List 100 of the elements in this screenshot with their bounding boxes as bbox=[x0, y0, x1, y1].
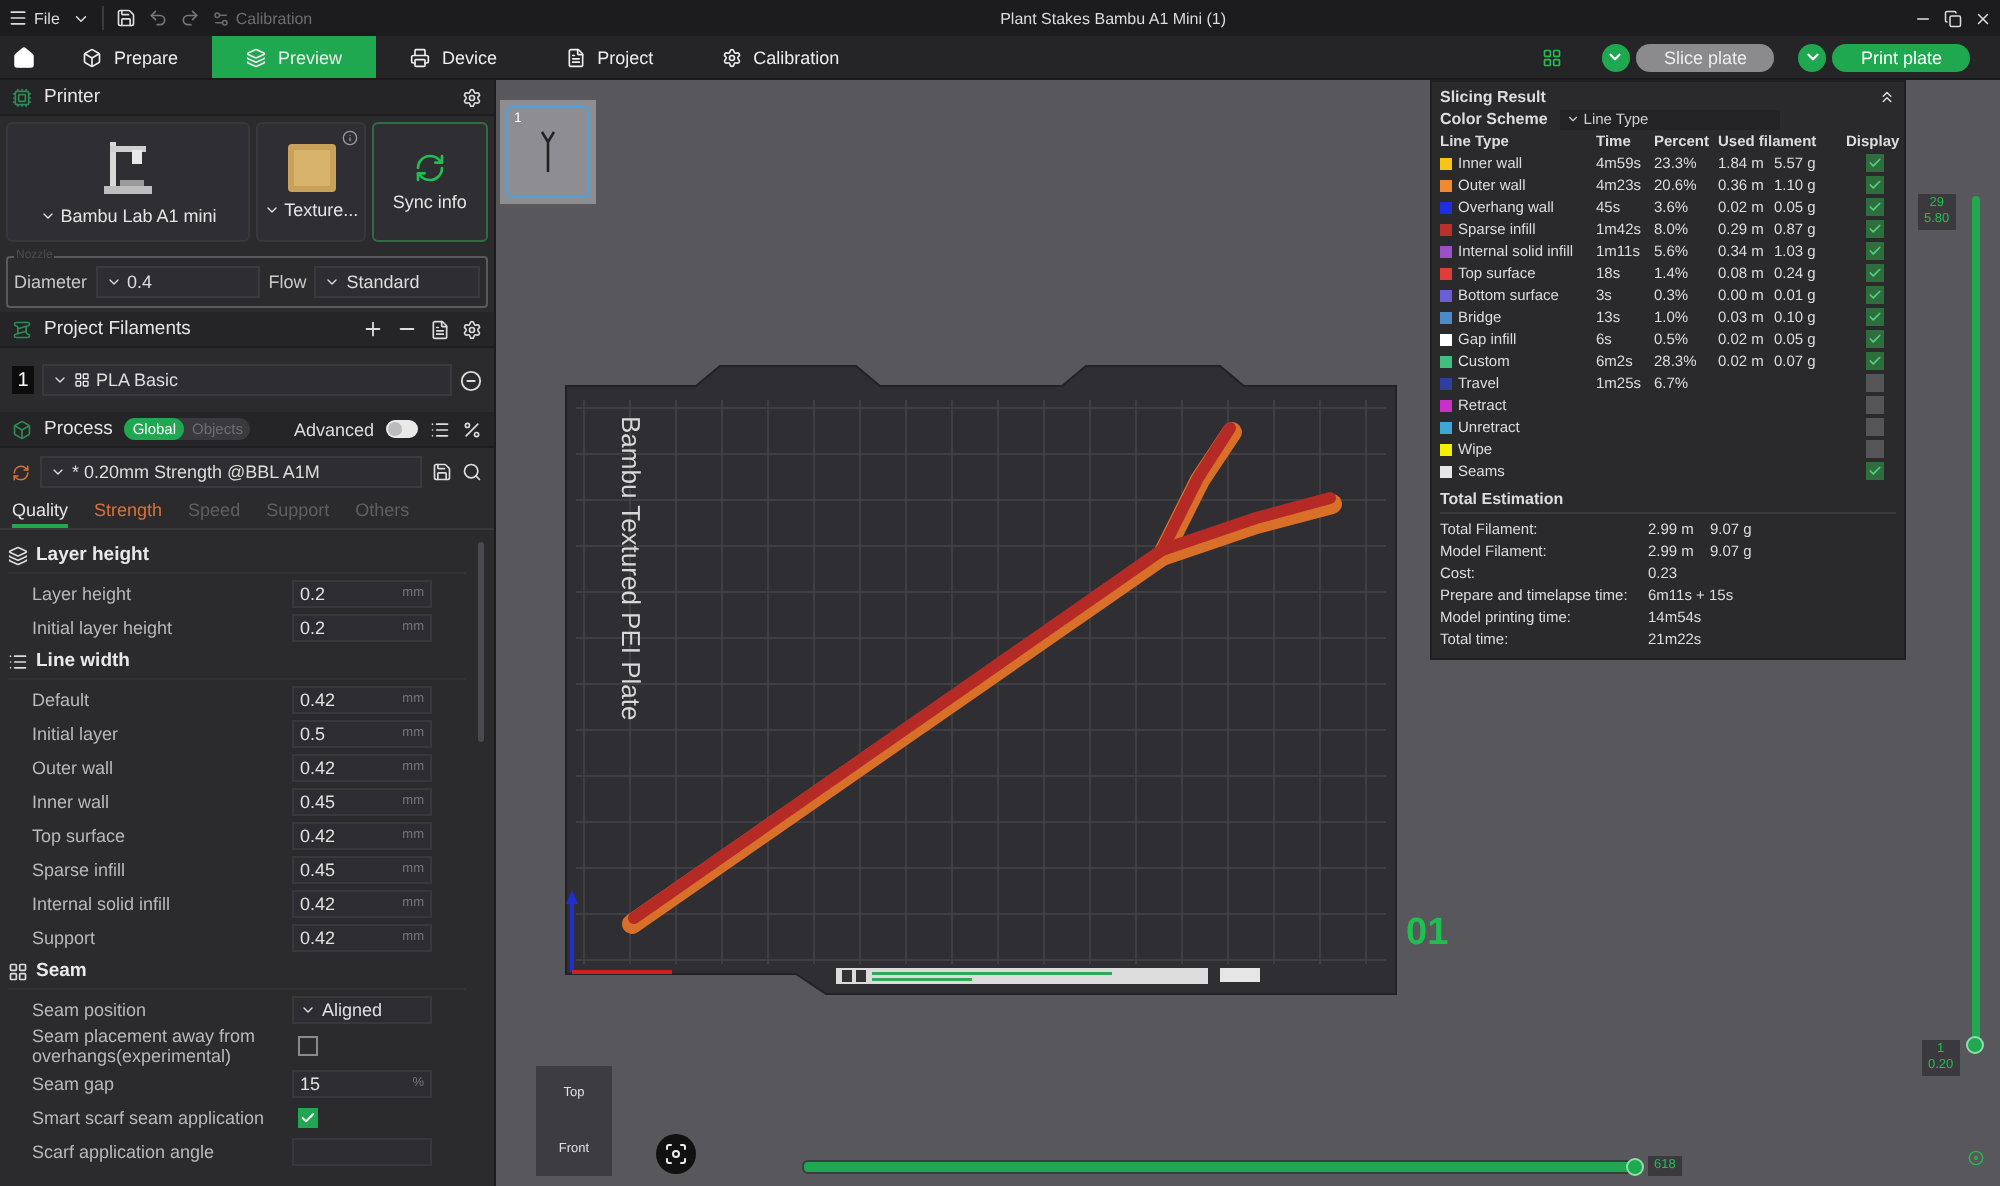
reset-icon[interactable] bbox=[12, 463, 30, 481]
display-checkbox[interactable] bbox=[1866, 242, 1884, 260]
nav-tab[interactable]: Device bbox=[376, 36, 532, 78]
plate-card[interactable]: Texture... bbox=[256, 122, 366, 242]
axis-drawing bbox=[566, 890, 672, 974]
chevron-down-icon bbox=[264, 202, 281, 218]
section-title: Total Estimation bbox=[1440, 482, 1896, 514]
checkbox[interactable] bbox=[298, 1107, 318, 1127]
cube-icon bbox=[12, 419, 32, 439]
display-checkbox[interactable] bbox=[1866, 264, 1884, 282]
setting-label: Default bbox=[32, 689, 92, 709]
redo-icon[interactable] bbox=[179, 8, 200, 28]
display-checkbox[interactable] bbox=[1866, 352, 1884, 370]
sync-info-button[interactable]: Sync info bbox=[371, 122, 488, 242]
panel-title: Slicing Result bbox=[1440, 86, 1546, 108]
dropdown-button[interactable] bbox=[1601, 43, 1630, 71]
diameter-select[interactable]: 0.4 bbox=[95, 266, 261, 298]
grid-icon[interactable] bbox=[1541, 47, 1562, 67]
display-checkbox[interactable] bbox=[1866, 418, 1884, 436]
collapse-icon[interactable] bbox=[1878, 88, 1896, 106]
group-title: Seam bbox=[36, 960, 87, 982]
color-scheme-label: Color Scheme bbox=[1440, 108, 1548, 130]
advanced-toggle[interactable] bbox=[386, 420, 418, 438]
display-checkbox[interactable] bbox=[1866, 330, 1884, 348]
layers-icon bbox=[246, 47, 267, 67]
display-checkbox[interactable] bbox=[1866, 308, 1884, 326]
group-icon bbox=[8, 651, 28, 671]
flow-select[interactable]: Standard bbox=[314, 266, 480, 298]
add-icon[interactable] bbox=[362, 318, 384, 340]
undo-icon[interactable] bbox=[147, 8, 168, 28]
filament-select[interactable]: PLA Basic bbox=[42, 364, 452, 396]
save-icon[interactable] bbox=[115, 8, 136, 28]
checkbox[interactable] bbox=[298, 1036, 318, 1056]
setting-label: Outer wall bbox=[32, 757, 116, 777]
preset-select[interactable]: * 0.20mm Strength @BBL A1M bbox=[40, 456, 422, 488]
chevron-down-icon bbox=[1803, 48, 1822, 66]
display-checkbox[interactable] bbox=[1866, 396, 1884, 414]
display-checkbox[interactable] bbox=[1866, 154, 1884, 172]
section-title: Project Filaments bbox=[44, 318, 191, 340]
close-icon[interactable] bbox=[1974, 9, 1992, 27]
window-title: Plant Stakes Bambu A1 Mini (1) bbox=[1000, 9, 1227, 27]
menu-icon bbox=[8, 8, 28, 28]
display-checkbox[interactable] bbox=[1866, 462, 1884, 480]
section-title: Printer bbox=[44, 86, 100, 108]
cube-icon bbox=[82, 47, 102, 67]
chevron-down-icon bbox=[50, 464, 66, 480]
printer-name: Bambu Lab A1 mini bbox=[40, 206, 217, 226]
focus-icon bbox=[664, 1142, 688, 1166]
sync-icon bbox=[413, 152, 446, 184]
slider-handle[interactable] bbox=[1626, 1158, 1644, 1176]
nav-tab[interactable]: Calibration bbox=[687, 36, 874, 78]
setting-label: Initial layer height bbox=[32, 617, 175, 637]
settings-tab[interactable]: Quality bbox=[12, 500, 69, 528]
plate-label: Bambu Textured PEI Plate bbox=[616, 416, 646, 721]
plate-name: Texture... bbox=[264, 200, 359, 220]
percent-icon[interactable] bbox=[462, 419, 482, 439]
file-menu[interactable]: File bbox=[8, 8, 60, 28]
display-checkbox[interactable] bbox=[1866, 176, 1884, 194]
display-checkbox[interactable] bbox=[1866, 198, 1884, 216]
printer-drawing bbox=[102, 138, 155, 198]
chevron-down-icon bbox=[1606, 48, 1625, 66]
display-checkbox[interactable] bbox=[1866, 220, 1884, 238]
stake-icon bbox=[540, 130, 556, 174]
info-icon bbox=[341, 130, 358, 146]
save-icon[interactable] bbox=[432, 462, 452, 482]
display-checkbox[interactable] bbox=[1866, 374, 1884, 392]
setting-label: Seam gap bbox=[32, 1073, 117, 1093]
settings-icon[interactable] bbox=[462, 319, 482, 339]
list-icon[interactable] bbox=[430, 419, 450, 439]
display-checkbox[interactable] bbox=[1866, 440, 1884, 458]
settings-icon[interactable] bbox=[462, 87, 482, 107]
recenter-button[interactable] bbox=[656, 1134, 696, 1174]
section-title: Process bbox=[44, 418, 113, 440]
scrollbar[interactable] bbox=[478, 542, 484, 742]
setting-label: Internal solid infill bbox=[32, 893, 173, 913]
setting-label: Sparse infill bbox=[32, 859, 128, 879]
group-title: Line width bbox=[36, 650, 130, 672]
printer-card[interactable]: Bambu Lab A1 mini bbox=[6, 122, 251, 242]
group-icon bbox=[8, 961, 28, 981]
chevron-down-icon bbox=[105, 274, 122, 290]
plate-swatch-icon bbox=[287, 144, 336, 192]
restore-icon[interactable] bbox=[1944, 9, 1962, 27]
home-icon bbox=[12, 45, 36, 69]
select-field[interactable]: Aligned bbox=[292, 995, 432, 1023]
nav-tab[interactable]: Project bbox=[531, 36, 688, 78]
spool-icon bbox=[12, 319, 32, 339]
remove-icon[interactable] bbox=[460, 369, 482, 391]
setting-label: Scarf application angle bbox=[32, 1141, 217, 1161]
dropdown-button[interactable] bbox=[1798, 43, 1827, 71]
display-checkbox[interactable] bbox=[1866, 286, 1884, 304]
chevron-down-icon bbox=[40, 208, 57, 224]
field-label: Flow bbox=[268, 272, 307, 292]
settings-tab[interactable]: Strength bbox=[94, 500, 163, 528]
slider-handle[interactable] bbox=[1966, 1036, 1984, 1054]
setting-label: Initial layer bbox=[32, 723, 121, 743]
nav-tab[interactable]: Prepare bbox=[48, 36, 213, 78]
search-icon[interactable] bbox=[462, 462, 482, 482]
document-icon[interactable] bbox=[430, 319, 450, 339]
filament-number: 1 bbox=[12, 366, 34, 394]
setting-label: Support bbox=[32, 927, 98, 947]
